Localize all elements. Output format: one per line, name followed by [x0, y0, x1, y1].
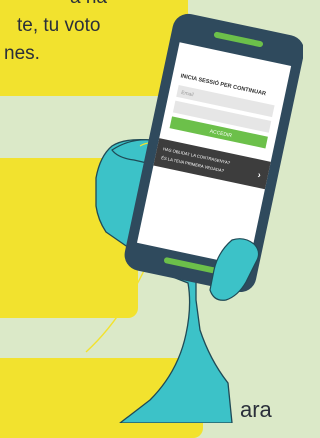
- fingers-illustration: [209, 238, 260, 301]
- fingers-shape: [209, 238, 260, 301]
